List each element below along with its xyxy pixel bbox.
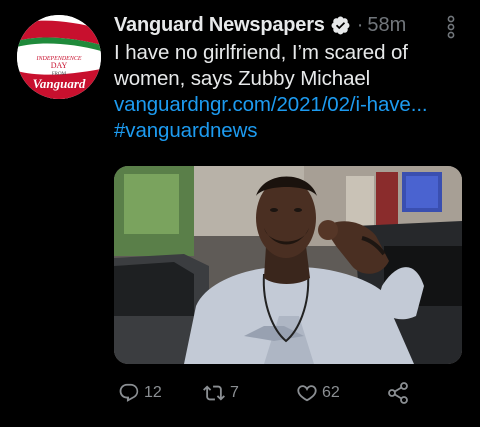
photo-man-pointing	[114, 166, 462, 364]
share-icon	[386, 381, 410, 405]
tweet-timestamp[interactable]: 58m	[367, 14, 406, 37]
tweet-text: I have no girlfriend, I’m scared of wome…	[114, 40, 466, 144]
tweet-actions: 12 7 62	[114, 376, 444, 410]
separator-dot: ·	[356, 13, 364, 36]
author-name[interactable]: Vanguard Newspapers	[114, 14, 325, 37]
more-options-icon[interactable]	[441, 14, 461, 40]
retweet-count: 7	[230, 384, 239, 401]
reply-button[interactable]: 12	[118, 376, 162, 410]
heart-icon	[296, 382, 318, 404]
tweet-media-photo[interactable]	[114, 166, 462, 364]
share-button[interactable]	[386, 376, 410, 410]
tweet-text-line-2: women, says Zubby Michael	[114, 67, 371, 90]
like-button[interactable]: 62	[296, 376, 340, 410]
retweet-button[interactable]: 7	[202, 376, 239, 410]
avatar-text-happy: HAPPY	[48, 48, 70, 55]
verified-badge-icon	[330, 15, 351, 36]
vanguard-logo: HAPPY INDEPENDENCE DAY FROM Vanguard	[17, 15, 101, 99]
reply-icon	[118, 382, 140, 404]
article-link[interactable]: vanguardngr.com/2021/02/i-have...	[114, 92, 466, 118]
hashtag-link[interactable]: #vanguardnews	[114, 118, 466, 144]
avatar[interactable]: HAPPY INDEPENDENCE DAY FROM Vanguard	[17, 15, 101, 99]
retweet-icon	[202, 382, 226, 404]
tweet-text-line-1: I have no girlfriend, I’m scared of	[114, 41, 408, 64]
like-count: 62	[322, 384, 340, 401]
tweet-header: Vanguard Newspapers · 58m	[114, 10, 406, 40]
tweet[interactable]: HAPPY INDEPENDENCE DAY FROM Vanguard Van…	[0, 0, 480, 427]
avatar-text-day: DAY	[51, 61, 68, 70]
avatar-text-brand: Vanguard	[33, 76, 86, 91]
reply-count: 12	[144, 384, 162, 401]
